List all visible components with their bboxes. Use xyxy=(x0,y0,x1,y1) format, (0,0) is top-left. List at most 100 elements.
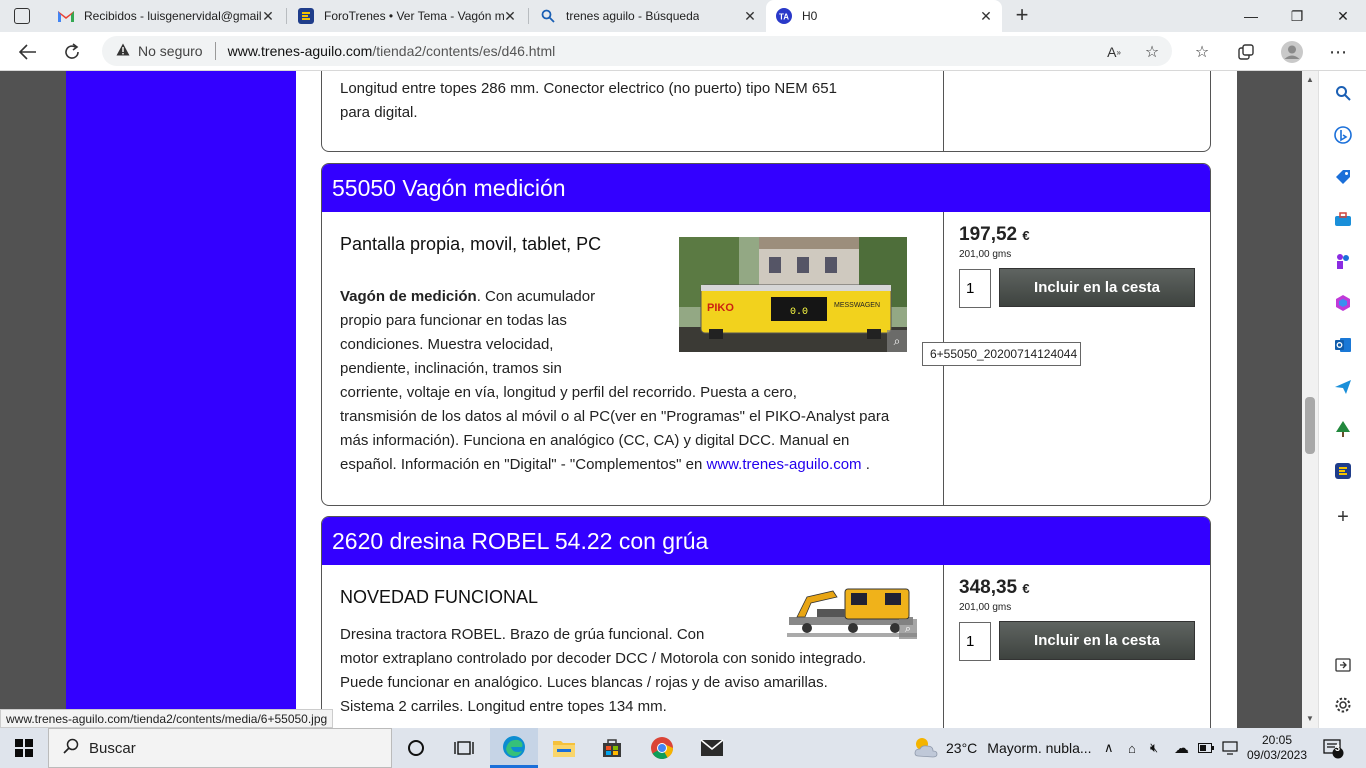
more-menu-icon[interactable]: ⋯ xyxy=(1322,36,1354,68)
product-price: 197,52 € xyxy=(959,224,1030,245)
quantity-input[interactable]: 1 xyxy=(959,269,991,308)
network-icon[interactable]: ⌂ xyxy=(1128,728,1136,768)
store-icon[interactable] xyxy=(588,728,636,768)
quantity-input[interactable]: 1 xyxy=(959,622,991,661)
volume-icon[interactable]: 🔇︎ xyxy=(1150,728,1158,768)
product-subtitle: Pantalla propia, movil, tablet, PC xyxy=(340,234,602,254)
forotrenes-icon xyxy=(298,8,314,24)
onedrive-icon[interactable]: ☁ xyxy=(1174,728,1189,768)
product-card-previous: Longitud entre topes 286 mm. Conector el… xyxy=(321,71,1211,152)
back-arrow-icon xyxy=(19,44,36,60)
web-viewport: Longitud entre topes 286 mm. Conector el… xyxy=(0,71,1302,728)
tab-busqueda[interactable]: trenes aguilo - Búsqueda ✕ xyxy=(530,0,766,32)
add-to-cart-button[interactable]: Incluir en la cesta xyxy=(999,621,1195,660)
chrome-icon[interactable] xyxy=(638,728,686,768)
edge-taskbar-icon[interactable] xyxy=(490,728,538,768)
url-divider xyxy=(214,42,216,60)
gmail-icon xyxy=(58,8,74,24)
shopping-tag-icon[interactable] xyxy=(1329,163,1357,191)
url-path: /tienda2/contents/es/d46.html xyxy=(372,43,556,59)
add-favorite-icon[interactable]: ☆ xyxy=(1136,36,1168,68)
maximize-button[interactable]: ❐ xyxy=(1274,0,1320,32)
bing-icon[interactable] xyxy=(1329,121,1357,149)
tab-gmail[interactable]: Recibidos - luisgenervidal@gmail ✕ xyxy=(48,0,284,32)
search-icon[interactable] xyxy=(1329,79,1357,107)
refresh-icon xyxy=(65,43,79,59)
start-button[interactable] xyxy=(0,728,48,768)
read-aloud-icon[interactable]: A» xyxy=(1098,36,1130,68)
battery-icon[interactable] xyxy=(1198,728,1214,768)
scrollbar-thumb[interactable] xyxy=(1305,397,1315,454)
close-tab-icon[interactable]: ✕ xyxy=(502,8,518,24)
zoom-icon[interactable]: ⌕ xyxy=(899,619,917,639)
send-icon[interactable] xyxy=(1329,373,1357,401)
security-label[interactable]: No seguro xyxy=(138,43,203,59)
outlook-icon[interactable] xyxy=(1329,331,1357,359)
tree-icon[interactable] xyxy=(1329,415,1357,443)
zoom-icon[interactable]: ⌕ xyxy=(887,330,907,352)
search-icon xyxy=(63,738,79,758)
favorites-icon[interactable]: ☆ xyxy=(1186,36,1218,68)
scroll-up-icon[interactable]: ▲ xyxy=(1302,73,1318,87)
product-weight: 201,00 gms xyxy=(959,602,1012,613)
taskbar: Buscar 23°C Mayorm. nubla... ∧ ⌂ 🔇︎ ☁ 20… xyxy=(0,728,1366,768)
address-bar: No seguro www.trenes-aguilo.com/tienda2/… xyxy=(0,32,1366,71)
tab-title: trenes aguilo - Búsqueda xyxy=(566,9,700,23)
image-tooltip: 6+55050_20200714124044 xyxy=(922,342,1081,366)
product-subtitle: NOVEDAD FUNCIONAL xyxy=(340,587,539,607)
gear-icon[interactable] xyxy=(1329,691,1357,719)
task-view-icon[interactable] xyxy=(444,728,484,768)
back-button[interactable] xyxy=(12,36,44,68)
collections-icon[interactable] xyxy=(1230,36,1262,68)
windows-icon xyxy=(15,739,33,757)
link-status-bar: www.trenes-aguilo.com/tienda2/contents/m… xyxy=(0,709,334,728)
site-link[interactable]: www.trenes-aguilo.com xyxy=(706,456,861,473)
page-content: Longitud entre topes 286 mm. Conector el… xyxy=(296,71,1237,728)
display-icon[interactable] xyxy=(1222,728,1238,768)
warning-icon[interactable] xyxy=(116,43,130,59)
refresh-button[interactable] xyxy=(56,36,88,68)
notification-center-icon[interactable]: 3 xyxy=(1322,728,1344,768)
product-card-2620: 2620 dresina ROBEL 54.22 con grúa NOVEDA… xyxy=(321,516,1211,728)
close-tab-icon[interactable]: ✕ xyxy=(978,8,994,24)
url-field[interactable]: No seguro www.trenes-aguilo.com/tienda2/… xyxy=(102,36,1172,66)
product-title: 55050 Vagón medición xyxy=(322,164,1210,212)
add-sidebar-icon[interactable]: + xyxy=(1329,503,1357,531)
weather-widget[interactable]: 23°C Mayorm. nubla... xyxy=(912,728,1092,768)
tab-h0[interactable]: TA H0 ✕ xyxy=(766,0,1002,32)
edge-sidebar: + xyxy=(1318,71,1366,728)
games-icon[interactable] xyxy=(1329,247,1357,275)
forotrenes-icon[interactable] xyxy=(1329,457,1357,485)
tools-icon[interactable] xyxy=(1329,205,1357,233)
vertical-scrollbar[interactable]: ▲ ▼ xyxy=(1302,71,1318,728)
tab-title: H0 xyxy=(802,9,818,23)
close-tab-icon[interactable]: ✕ xyxy=(260,8,276,24)
cortana-icon[interactable] xyxy=(396,728,436,768)
tray-overflow-icon[interactable]: ∧ xyxy=(1104,728,1114,768)
product-description: Dresina tractora ROBEL. Brazo de grúa fu… xyxy=(340,626,867,715)
tab-title: ForoTrenes • Ver Tema - Vagón m xyxy=(324,9,504,23)
new-tab-button[interactable]: + xyxy=(1010,4,1034,28)
product-description: Vagón de medición. Con acumulador propio… xyxy=(340,288,890,473)
url-host: www.trenes-aguilo.com xyxy=(227,43,373,59)
taskbar-search[interactable]: Buscar xyxy=(48,728,392,768)
left-blue-panel xyxy=(66,71,296,728)
close-tab-icon[interactable]: ✕ xyxy=(742,8,758,24)
close-window-button[interactable]: ✕ xyxy=(1320,0,1366,32)
office-icon[interactable] xyxy=(1329,289,1357,317)
product-price: 348,35 € xyxy=(959,577,1030,598)
clock[interactable]: 20:05 09/03/2023 xyxy=(1247,728,1307,768)
mail-icon[interactable] xyxy=(688,728,736,768)
scroll-down-icon[interactable]: ▼ xyxy=(1302,712,1318,726)
profile-avatar[interactable] xyxy=(1276,36,1308,68)
search-icon xyxy=(540,8,556,24)
ta-icon: TA xyxy=(776,8,792,24)
hide-sidebar-icon[interactable] xyxy=(1329,651,1357,679)
minimize-button[interactable]: — xyxy=(1228,0,1274,32)
product-title: 2620 dresina ROBEL 54.22 con grúa xyxy=(322,517,1210,565)
file-explorer-icon[interactable] xyxy=(540,728,588,768)
add-to-cart-button[interactable]: Incluir en la cesta xyxy=(999,268,1195,307)
tab-forotrenes[interactable]: ForoTrenes • Ver Tema - Vagón m ✕ xyxy=(288,0,526,32)
tab-actions-icon[interactable] xyxy=(14,8,30,24)
cloud-sun-icon xyxy=(914,738,938,758)
